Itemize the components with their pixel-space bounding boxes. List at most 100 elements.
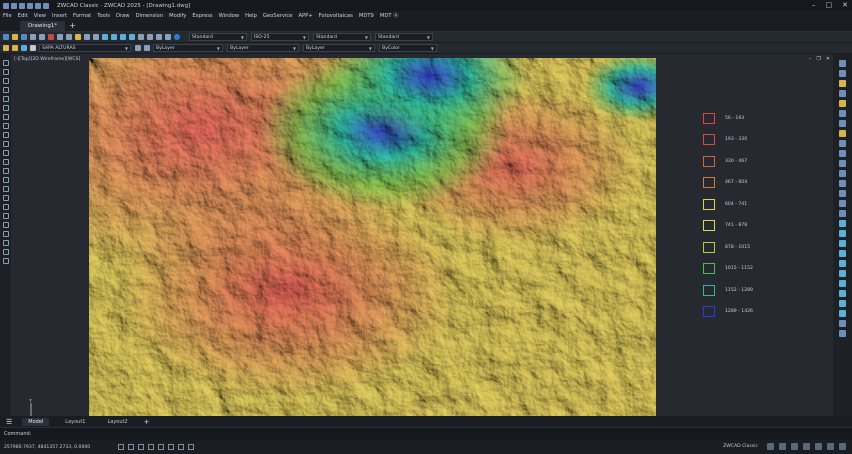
line-icon[interactable] xyxy=(2,60,9,66)
spline-icon[interactable] xyxy=(2,114,9,120)
hardware-acceleration-icon[interactable] xyxy=(815,443,822,450)
polar-tracking-icon[interactable] xyxy=(148,444,155,450)
insert-block-icon[interactable] xyxy=(2,132,9,138)
donut-icon[interactable] xyxy=(2,231,9,237)
gradient-icon[interactable] xyxy=(2,195,9,201)
dynamic-input-icon[interactable] xyxy=(188,444,195,450)
layer-freeze-icon[interactable] xyxy=(21,45,27,51)
tab-layout1[interactable]: Layout1 xyxy=(59,418,91,426)
mtext-icon[interactable] xyxy=(2,186,9,192)
divide-icon[interactable] xyxy=(2,258,9,264)
region-icon[interactable] xyxy=(2,168,9,174)
open-icon[interactable] xyxy=(12,34,18,40)
rotate-icon[interactable] xyxy=(839,120,846,127)
array-icon[interactable] xyxy=(839,100,846,107)
snap-intersection-icon[interactable] xyxy=(839,280,846,287)
menu-insert[interactable]: Insert xyxy=(52,13,67,19)
ellipse-icon[interactable] xyxy=(2,123,9,129)
move-icon[interactable] xyxy=(839,110,846,117)
point-icon[interactable] xyxy=(2,150,9,156)
linetype-select[interactable]: ByLayer ▼ xyxy=(227,44,299,52)
wipeout-icon[interactable] xyxy=(2,213,9,219)
zoom-realtime-icon[interactable] xyxy=(111,34,117,40)
polyline-icon[interactable] xyxy=(2,69,9,75)
calculator-icon[interactable] xyxy=(165,34,171,40)
polygon-icon[interactable] xyxy=(2,78,9,84)
ortho-mode-icon[interactable] xyxy=(138,444,145,450)
text-style-select[interactable]: Standard ▼ xyxy=(189,33,247,41)
layout-menu-icon[interactable]: ☰ xyxy=(6,418,12,426)
menu-draw[interactable]: Draw xyxy=(116,13,130,19)
xline-icon[interactable] xyxy=(2,240,9,246)
mleader-style-select[interactable]: Standard ▼ xyxy=(375,33,433,41)
table-icon[interactable] xyxy=(2,177,9,183)
tab-layout2[interactable]: Layout2 xyxy=(101,418,133,426)
zoom-previous-icon[interactable] xyxy=(129,34,135,40)
menu-file[interactable]: File xyxy=(3,13,12,19)
match-properties-icon[interactable] xyxy=(75,34,81,40)
snap-settings-icon[interactable] xyxy=(839,330,846,337)
redo-tb-icon[interactable] xyxy=(93,34,99,40)
hatch-icon[interactable] xyxy=(2,159,9,165)
clean-screen-icon[interactable] xyxy=(827,443,834,450)
add-tab-icon[interactable]: + xyxy=(69,21,76,31)
snap-perpendicular-icon[interactable] xyxy=(839,290,846,297)
snap-midpoint-icon[interactable] xyxy=(839,240,846,247)
layer-on-icon[interactable] xyxy=(12,45,18,51)
object-snap-icon[interactable] xyxy=(158,444,165,450)
trim-icon[interactable] xyxy=(839,150,846,157)
layer-manager-icon[interactable] xyxy=(3,45,9,51)
zoom-window-icon[interactable] xyxy=(120,34,126,40)
undo-icon[interactable] xyxy=(35,2,41,9)
snap-tangent-icon[interactable] xyxy=(839,300,846,307)
menu-dimension[interactable]: Dimension xyxy=(136,13,164,19)
menu-express[interactable]: Express xyxy=(192,13,212,19)
lineweight-icon[interactable] xyxy=(178,444,185,450)
tab-model[interactable]: Model xyxy=(22,417,50,426)
table-style-select[interactable]: Standard ▼ xyxy=(313,33,371,41)
circle-icon[interactable] xyxy=(2,105,9,111)
snap-quadrant-icon[interactable] xyxy=(839,270,846,277)
vp-minimize-icon[interactable]: – xyxy=(809,56,812,62)
menu-fotovoltaicas[interactable]: Fotovoltaicas xyxy=(319,13,353,19)
object-tracking-icon[interactable] xyxy=(168,444,175,450)
explode-icon[interactable] xyxy=(839,210,846,217)
menu-mdt9[interactable]: MDT9 xyxy=(359,13,374,19)
menu-edit[interactable]: Edit xyxy=(18,13,28,19)
vp-close-icon[interactable]: ✕ xyxy=(826,56,830,62)
command-line[interactable]: Command: xyxy=(0,427,852,440)
menu-tools[interactable]: Tools xyxy=(97,13,110,19)
snap-mode-icon[interactable] xyxy=(118,444,125,450)
fillet-icon[interactable] xyxy=(839,200,846,207)
new-file-icon[interactable] xyxy=(3,2,9,9)
ray-icon[interactable] xyxy=(2,249,9,255)
layer-select[interactable]: SAPA ALTURAS ▼ xyxy=(39,44,131,52)
workspace-gear-icon[interactable] xyxy=(779,443,786,450)
menu-format[interactable]: Format xyxy=(73,13,91,19)
join-icon[interactable] xyxy=(839,180,846,187)
copy-object-icon[interactable] xyxy=(839,70,846,77)
save-icon[interactable] xyxy=(21,34,27,40)
menu-modify[interactable]: Modify xyxy=(169,13,186,19)
menu-mdt-a[interactable]: MDT Ⓐ xyxy=(380,12,398,19)
scale-icon[interactable] xyxy=(839,130,846,137)
pan-icon[interactable] xyxy=(102,34,108,40)
vp-restore-icon[interactable]: ❐ xyxy=(816,56,820,62)
close-icon[interactable]: ✕ xyxy=(842,1,848,9)
dim-style-select[interactable]: ISO-25 ▼ xyxy=(251,33,309,41)
grid-mode-icon[interactable] xyxy=(128,444,135,450)
break-icon[interactable] xyxy=(839,170,846,177)
isolate-icon[interactable] xyxy=(803,443,810,450)
chamfer-icon[interactable] xyxy=(839,190,846,197)
workspace-switch[interactable]: ZWCAD Classic xyxy=(723,444,758,449)
layer-color-icon[interactable] xyxy=(30,45,36,51)
mirror-icon[interactable] xyxy=(839,80,846,87)
paste-icon[interactable] xyxy=(66,34,72,40)
new-icon[interactable] xyxy=(3,34,9,40)
redo-icon[interactable] xyxy=(43,2,49,9)
menu-window[interactable]: Window xyxy=(219,13,239,19)
boundary-icon[interactable] xyxy=(2,222,9,228)
arc-icon[interactable] xyxy=(2,96,9,102)
properties-icon[interactable] xyxy=(138,34,144,40)
viewport-controls-label[interactable]: [-][Top][2D Wireframe][WCS] xyxy=(14,57,80,62)
